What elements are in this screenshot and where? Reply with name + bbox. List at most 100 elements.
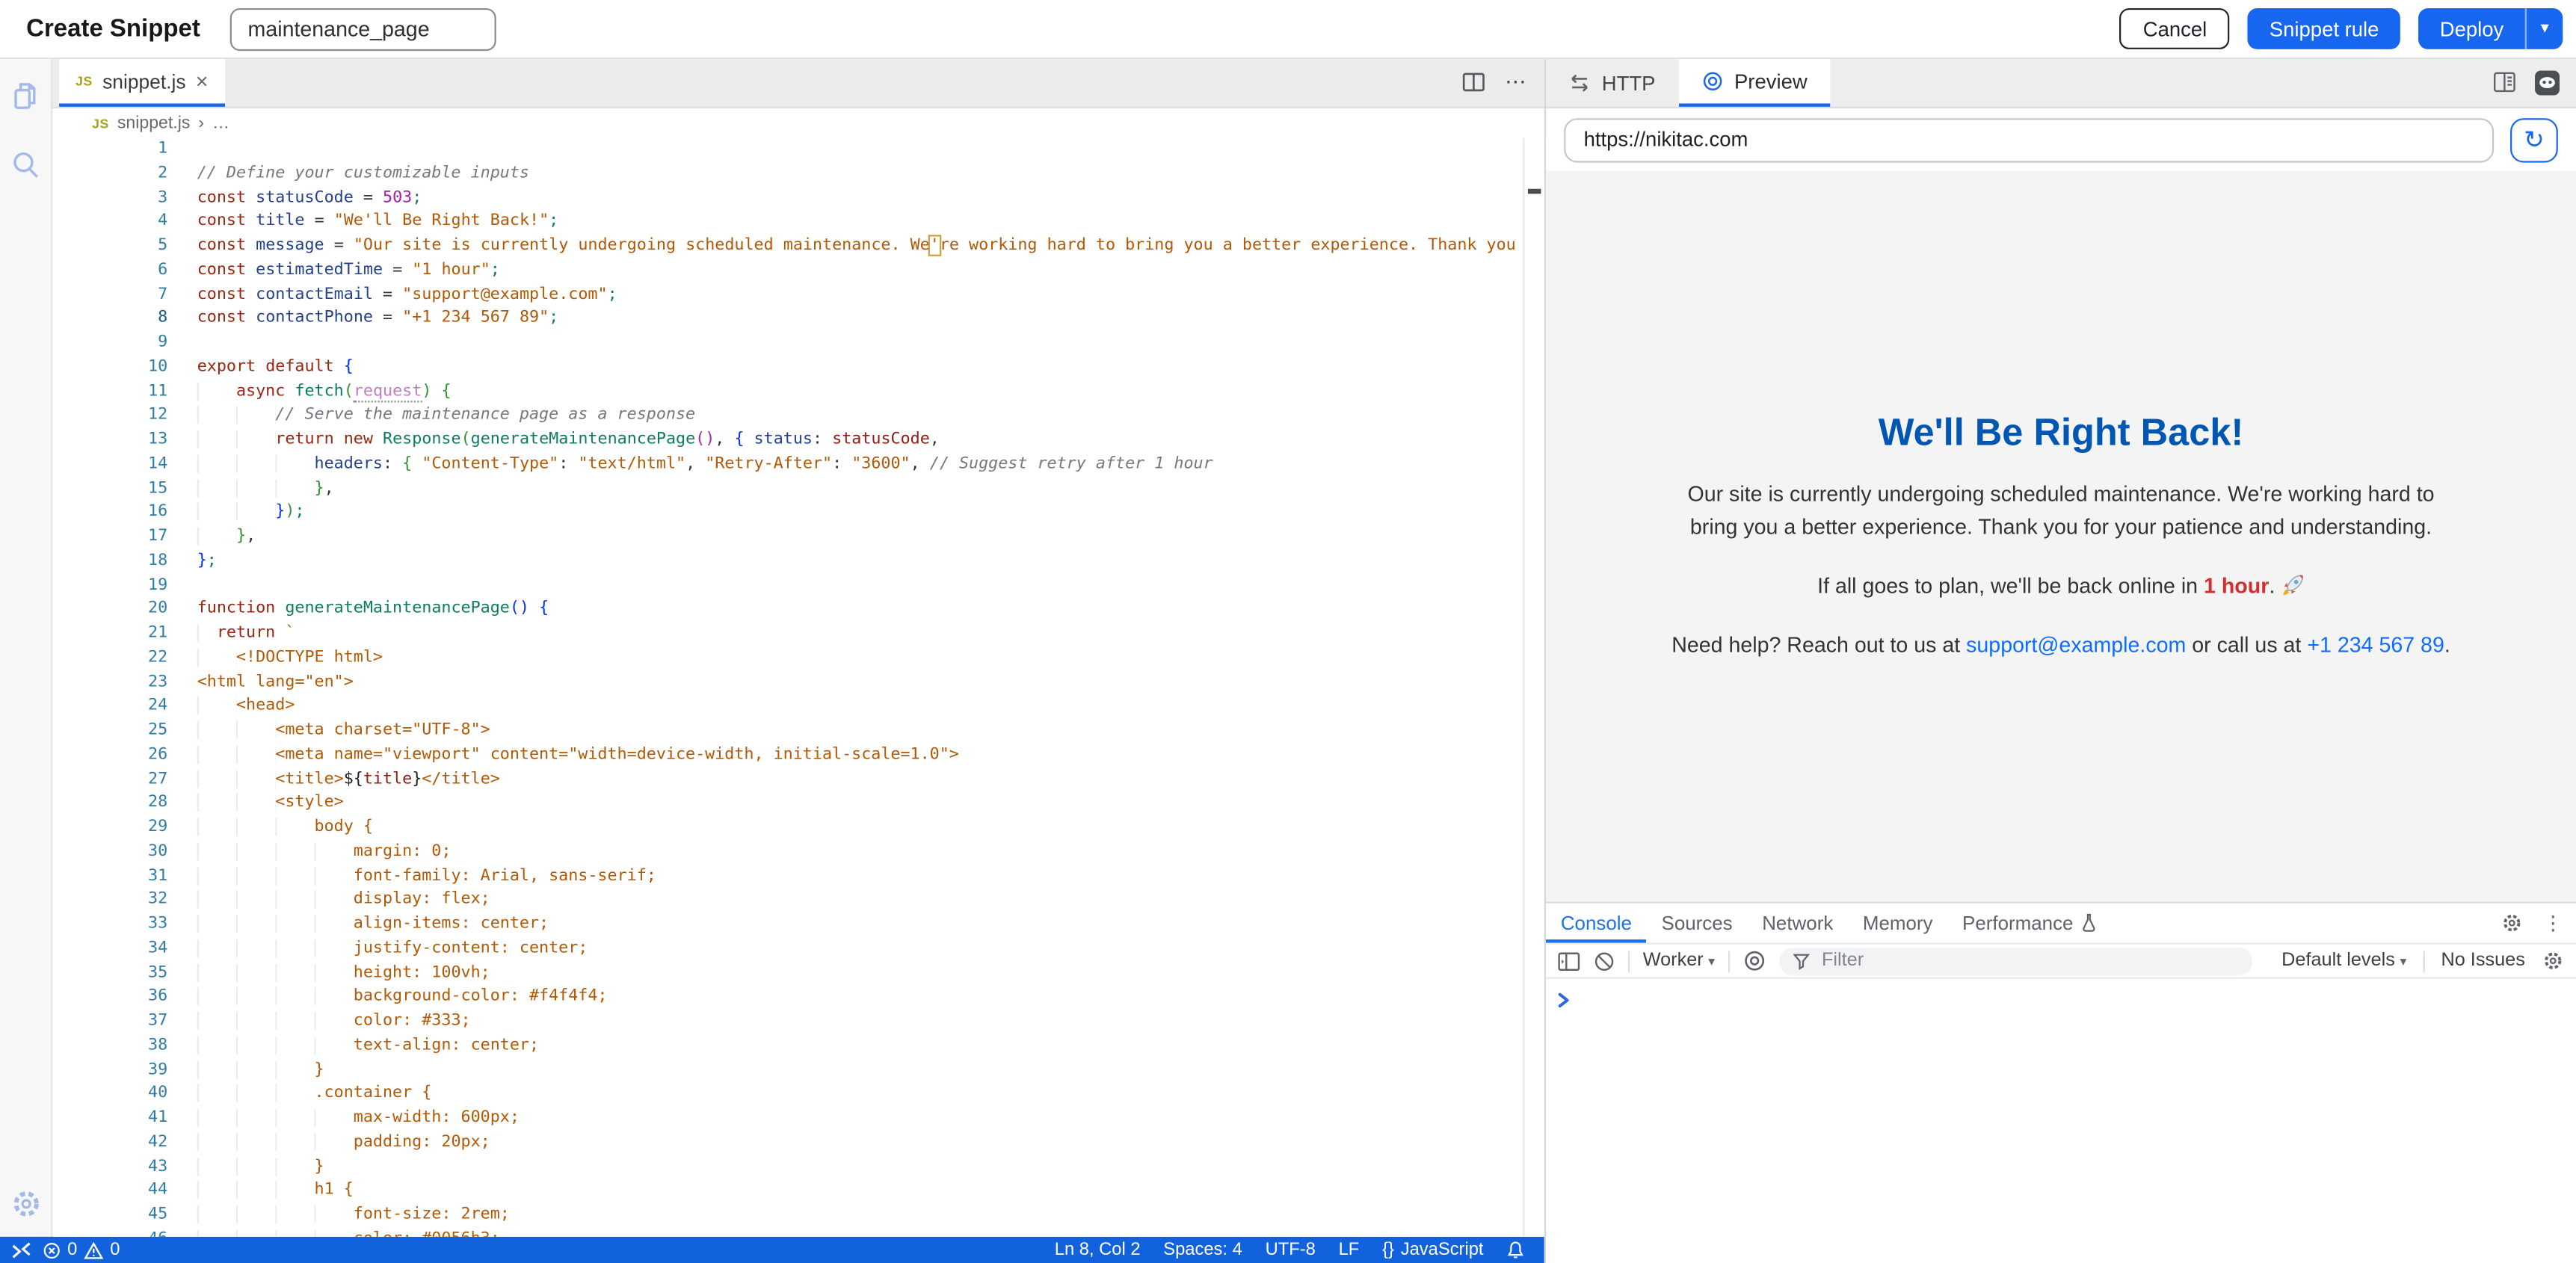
code-line[interactable]: 26 <meta name="viewport" content="width=… <box>52 744 1544 768</box>
code-line[interactable]: 24 <head> <box>52 695 1544 719</box>
problems-indicator[interactable]: 0 0 <box>43 1240 120 1259</box>
code-line[interactable]: 14 headers: { "Content-Type": "text/html… <box>52 453 1544 477</box>
line-number[interactable]: 43 <box>52 1155 167 1179</box>
line-number[interactable]: 44 <box>52 1179 167 1203</box>
line-number[interactable]: 4 <box>52 211 167 235</box>
indentation-setting[interactable]: Spaces: 4 <box>1163 1240 1242 1259</box>
tab-memory[interactable]: Memory <box>1848 904 1947 943</box>
line-number[interactable]: 27 <box>52 768 167 791</box>
code-line[interactable]: 1 <box>52 138 1544 162</box>
settings-gear-icon[interactable] <box>9 1188 42 1220</box>
snippet-rule-button[interactable]: Snippet rule <box>2248 8 2400 49</box>
code-line[interactable]: 7const contactEmail = "support@example.c… <box>52 283 1544 307</box>
line-number[interactable]: 1 <box>52 138 167 162</box>
code-line[interactable]: 18}; <box>52 550 1544 574</box>
notifications-bell-icon[interactable] <box>1506 1240 1524 1259</box>
tab-snippet-js[interactable]: JS snippet.js × <box>59 59 224 107</box>
code-line[interactable]: 36 background-color: #f4f4f4; <box>52 986 1544 1010</box>
line-number[interactable]: 35 <box>52 962 167 986</box>
line-number[interactable]: 46 <box>52 1228 167 1237</box>
line-number[interactable]: 6 <box>52 259 167 283</box>
line-number[interactable]: 34 <box>52 937 167 961</box>
support-email-link[interactable]: support@example.com <box>1966 632 2186 657</box>
line-number[interactable]: 40 <box>52 1083 167 1107</box>
line-number[interactable]: 45 <box>52 1204 167 1228</box>
discord-icon[interactable] <box>2535 70 2560 94</box>
editor-scrollbar[interactable] <box>1523 138 1544 1237</box>
line-number[interactable]: 28 <box>52 792 167 816</box>
log-levels-selector[interactable]: Default levels ▾ <box>2281 951 2406 970</box>
line-number[interactable]: 13 <box>52 429 167 453</box>
code-line[interactable]: 44 h1 { <box>52 1179 1544 1203</box>
eol-setting[interactable]: LF <box>1339 1240 1360 1259</box>
code-line[interactable]: 17 }, <box>52 525 1544 549</box>
code-line[interactable]: 37 color: #333; <box>52 1010 1544 1034</box>
line-number[interactable]: 3 <box>52 186 167 210</box>
line-number[interactable]: 42 <box>52 1131 167 1155</box>
code-line[interactable]: 23<html lang="en"> <box>52 671 1544 695</box>
line-number[interactable]: 37 <box>52 1010 167 1034</box>
line-number[interactable]: 21 <box>52 623 167 646</box>
code-line[interactable]: 15 }, <box>52 477 1544 501</box>
line-number[interactable]: 24 <box>52 695 167 719</box>
code-line[interactable]: 46 color: #0056b3; <box>52 1228 1544 1237</box>
code-line[interactable]: 27 <title>${title}</title> <box>52 768 1544 791</box>
tab-sources[interactable]: Sources <box>1647 904 1748 943</box>
line-number[interactable]: 39 <box>52 1058 167 1082</box>
line-number[interactable]: 18 <box>52 550 167 574</box>
line-number[interactable]: 36 <box>52 986 167 1010</box>
code-line[interactable]: 16 }); <box>52 501 1544 525</box>
console-output[interactable] <box>1546 979 2576 1263</box>
code-line[interactable]: 6const estimatedTime = "1 hour"; <box>52 259 1544 283</box>
line-number[interactable]: 31 <box>52 865 167 889</box>
line-number[interactable]: 32 <box>52 889 167 913</box>
code-line[interactable]: 41 max-width: 600px; <box>52 1107 1544 1131</box>
code-line[interactable]: 43 } <box>52 1155 1544 1179</box>
code-line[interactable]: 42 padding: 20px; <box>52 1131 1544 1155</box>
code-line[interactable]: 5const message = "Our site is currently … <box>52 235 1544 259</box>
code-line[interactable]: 13 return new Response(generateMaintenan… <box>52 429 1544 453</box>
code-line[interactable]: 8const contactPhone = "+1 234 567 89"; <box>52 308 1544 332</box>
code-line[interactable]: 11 async fetch(request) { <box>52 380 1544 404</box>
code-line[interactable]: 32 display: flex; <box>52 889 1544 913</box>
code-line[interactable]: 35 height: 100vh; <box>52 962 1544 986</box>
tab-preview[interactable]: Preview <box>1678 59 1830 107</box>
line-number[interactable]: 22 <box>52 646 167 670</box>
tab-network[interactable]: Network <box>1747 904 1848 943</box>
line-number[interactable]: 11 <box>52 380 167 404</box>
code-line[interactable]: 12 // Serve the maintenance page as a re… <box>52 404 1544 428</box>
line-number[interactable]: 25 <box>52 720 167 744</box>
line-number[interactable]: 26 <box>52 744 167 768</box>
line-number[interactable]: 14 <box>52 453 167 477</box>
code-line[interactable]: 28 <style> <box>52 792 1544 816</box>
breadcrumb-file[interactable]: snippet.js <box>117 114 190 133</box>
search-icon[interactable] <box>9 148 42 181</box>
line-number[interactable]: 30 <box>52 841 167 865</box>
code-line[interactable]: 22 <!DOCTYPE html> <box>52 646 1544 670</box>
code-line[interactable]: 4const title = "We'll Be Right Back!"; <box>52 211 1544 235</box>
line-number[interactable]: 41 <box>52 1107 167 1131</box>
cancel-button[interactable]: Cancel <box>2120 8 2230 49</box>
line-number[interactable]: 2 <box>52 162 167 186</box>
line-number[interactable]: 38 <box>52 1034 167 1058</box>
line-number[interactable]: 8 <box>52 308 167 332</box>
breadcrumb[interactable]: JS snippet.js › … <box>52 108 1544 138</box>
line-number[interactable]: 16 <box>52 501 167 525</box>
remote-indicator-icon[interactable] <box>11 1239 31 1261</box>
more-actions-icon[interactable]: ⋯ <box>1505 69 1528 95</box>
code-line[interactable]: 39 } <box>52 1058 1544 1082</box>
refresh-button[interactable]: ↻ <box>2510 117 2558 161</box>
line-number[interactable]: 20 <box>52 599 167 623</box>
phone-link[interactable]: +1 234 567 89 <box>2307 632 2444 657</box>
deploy-dropdown-button[interactable]: ▾ <box>2525 8 2563 49</box>
code-line[interactable]: 9 <box>52 332 1544 356</box>
filter-input[interactable] <box>1819 949 2240 972</box>
tab-performance[interactable]: Performance <box>1947 904 2113 943</box>
code-line[interactable]: 29 body { <box>52 816 1544 840</box>
code-editor[interactable]: 12// Define your customizable inputs3con… <box>52 138 1544 1237</box>
code-line[interactable]: 20function generateMaintenancePage() { <box>52 599 1544 623</box>
code-line[interactable]: 25 <meta charset="UTF-8"> <box>52 720 1544 744</box>
code-line[interactable]: 19 <box>52 574 1544 598</box>
code-line[interactable]: 21 return ` <box>52 623 1544 646</box>
snippet-name-input[interactable] <box>229 7 496 50</box>
